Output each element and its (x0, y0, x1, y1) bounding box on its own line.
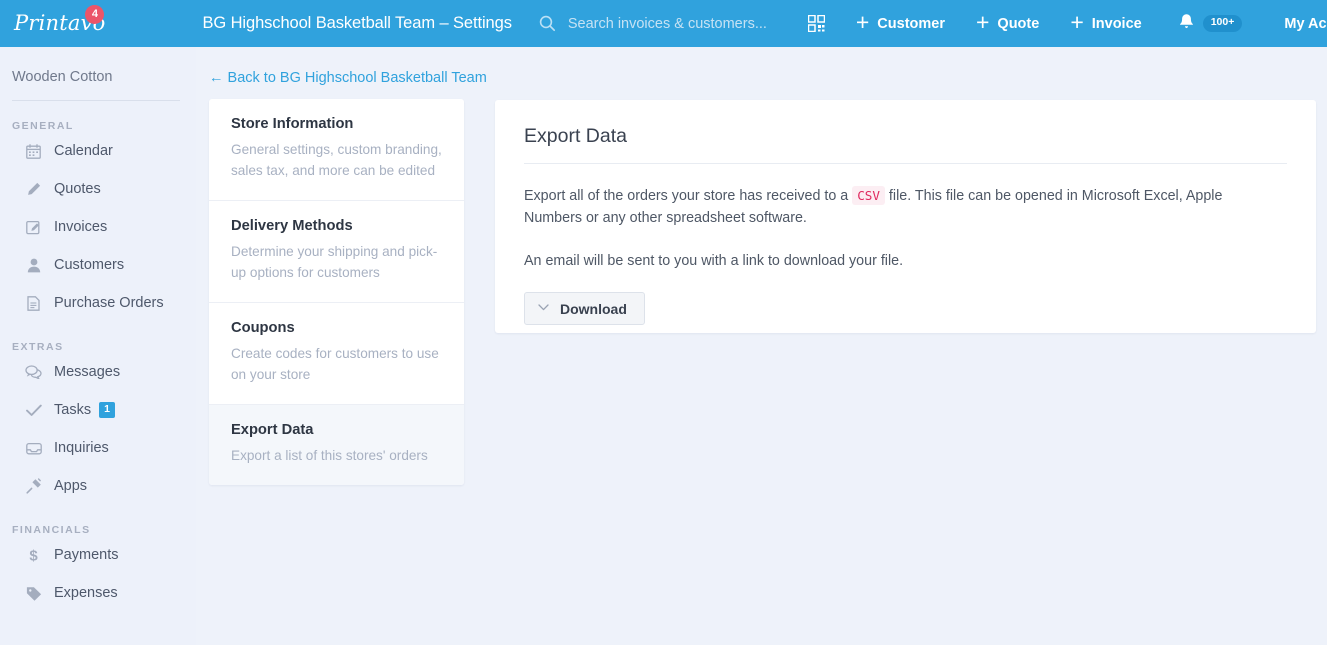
sidebar-store-name: Wooden Cotton (12, 69, 113, 85)
global-search[interactable] (538, 14, 803, 34)
calendar-icon (24, 143, 43, 159)
chat-icon (24, 365, 43, 379)
settings-item-title: Coupons (231, 320, 295, 337)
check-icon (24, 404, 43, 417)
download-button[interactable]: Download (524, 292, 645, 326)
settings-item-export-data[interactable]: Export Data Export a list of this stores… (209, 405, 464, 486)
main-content: ← Back to BG Highschool Basketball Team … (196, 47, 1327, 645)
csv-code-label: CSV (852, 186, 885, 205)
sidebar-item-purchase-orders[interactable]: Purchase Orders (0, 284, 196, 322)
sidebar-item-inquiries[interactable]: Inquiries (0, 429, 196, 467)
tasks-count-badge: 1 (99, 402, 115, 418)
settings-item-delivery-methods[interactable]: Delivery Methods Determine your shipping… (209, 201, 464, 304)
sidebar-item-tasks[interactable]: Tasks 1 (0, 391, 196, 429)
bell-icon (1179, 13, 1194, 35)
sidebar-item-messages[interactable]: Messages (0, 353, 196, 391)
sidebar: Wooden Cotton GENERAL Calendar Quotes In… (0, 47, 196, 645)
plus-icon: + (975, 9, 990, 35)
plug-icon (24, 478, 43, 494)
sidebar-item-label: Inquiries (54, 440, 109, 456)
panel-title: Export Data (524, 125, 627, 147)
new-quote-button[interactable]: + Quote (975, 9, 1040, 35)
sidebar-divider (12, 100, 180, 101)
sidebar-item-invoices[interactable]: Invoices (0, 208, 196, 246)
sidebar-item-label: Calendar (54, 143, 113, 159)
invoice-icon (24, 220, 43, 235)
settings-item-desc: Create codes for customers to use on you… (231, 346, 439, 383)
svg-text:$: $ (29, 547, 38, 563)
sidebar-item-quotes[interactable]: Quotes (0, 170, 196, 208)
notifications-count-badge: 100+ (1202, 15, 1243, 32)
sidebar-item-label: Payments (54, 547, 119, 563)
sidebar-item-label: Apps (54, 478, 88, 494)
sidebar-section-general: GENERAL (12, 120, 74, 132)
person-icon (24, 258, 43, 273)
settings-item-desc: Export a list of this stores' orders (231, 448, 428, 464)
document-icon (24, 295, 43, 311)
sidebar-section-financials: FINANCIALS (12, 524, 91, 536)
sidebar-item-apps[interactable]: Apps (0, 467, 196, 505)
qr-code-icon[interactable] (807, 11, 825, 37)
settings-item-title: Store Information (231, 116, 354, 132)
settings-menu-card: Store Information General settings, cust… (209, 99, 464, 486)
new-customer-button[interactable]: + Customer (855, 9, 945, 35)
plus-icon: + (1070, 9, 1084, 35)
new-customer-label: Customer (877, 15, 945, 32)
settings-item-title: Delivery Methods (231, 218, 353, 235)
export-data-panel: Export Data Export all of the orders you… (495, 100, 1316, 333)
pencil-icon (24, 182, 43, 197)
plus-icon: + (855, 9, 870, 35)
sidebar-item-label: Customers (54, 257, 125, 273)
sidebar-item-customers[interactable]: Customers (0, 246, 196, 284)
search-icon (538, 14, 558, 34)
top-header: Printavo 4 BG Highschool Basketball Team… (0, 0, 1327, 47)
settings-item-coupons[interactable]: Coupons Create codes for customers to us… (209, 303, 464, 406)
download-button-label: Download (560, 300, 627, 317)
dollar-icon: $ (24, 547, 43, 563)
my-account-button[interactable]: My Account (1284, 16, 1327, 32)
settings-item-desc: Determine your shipping and pick-up opti… (231, 244, 438, 281)
page-title: BG Highschool Basketball Team – Settings (202, 14, 512, 32)
sidebar-section-extras: EXTRAS (12, 341, 64, 353)
settings-item-desc: General settings, custom branding, sales… (231, 142, 442, 179)
sidebar-item-calendar[interactable]: Calendar (0, 132, 196, 170)
export-description-paragraph: Export all of the orders your store has … (524, 185, 1284, 229)
sidebar-item-label: Expenses (54, 585, 118, 601)
new-invoice-label: Invoice (1091, 15, 1142, 32)
sidebar-item-label: Tasks (54, 402, 92, 418)
sidebar-item-label: Invoices (54, 219, 108, 235)
sidebar-item-label: Purchase Orders (54, 295, 164, 311)
back-link[interactable]: ← Back to BG Highschool Basketball Team (209, 70, 487, 86)
sidebar-item-label: Quotes (54, 181, 101, 197)
panel-body: Export all of the orders your store has … (495, 185, 1316, 326)
settings-item-title: Export Data (231, 422, 314, 439)
new-quote-label: Quote (997, 15, 1040, 32)
email-notice-paragraph: An email will be sent to you with a link… (524, 253, 904, 270)
notifications-button[interactable]: 100+ (1179, 13, 1243, 35)
app-logo[interactable]: Printavo 4 (12, 0, 105, 47)
sidebar-item-expenses[interactable]: Expenses (0, 574, 196, 612)
new-invoice-button[interactable]: + Invoice (1070, 9, 1142, 35)
tag-icon (24, 586, 43, 601)
export-description-part1: Export all of the orders your store has … (524, 188, 853, 204)
sidebar-item-payments[interactable]: $ Payments (0, 536, 196, 574)
chevron-down-icon (538, 303, 549, 314)
search-input[interactable] (567, 15, 803, 32)
panel-divider (524, 163, 1287, 164)
settings-item-store-information[interactable]: Store Information General settings, cust… (209, 99, 464, 202)
inbox-icon (24, 442, 43, 455)
sidebar-item-label: Messages (54, 364, 121, 380)
